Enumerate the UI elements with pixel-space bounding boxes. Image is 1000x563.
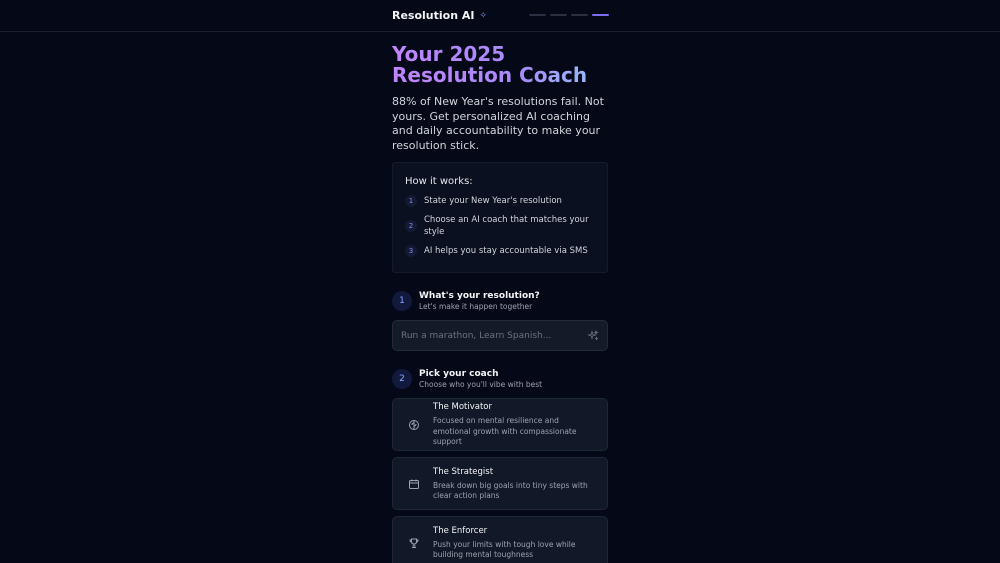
resolution-section: 1 What's your resolution? Let's make it …: [392, 290, 608, 351]
section-title: Pick your coach: [419, 369, 499, 379]
coach-section-header: 2 Pick your coach Choose who you'll vibe…: [392, 368, 608, 390]
progress-step-2: [550, 14, 567, 16]
coach-name: The Motivator: [433, 402, 493, 413]
coach-option-enforcer[interactable]: The Enforcer Push your limits with tough…: [392, 516, 608, 563]
section-number-badge: 2: [392, 369, 412, 389]
page-title: Your 2025 Resolution Coach: [392, 44, 608, 86]
section-subtitle: Let's make it happen together: [419, 302, 533, 311]
progress-step-4: [592, 14, 609, 16]
how-it-works-card: How it works: 1 State your New Year's re…: [392, 162, 608, 273]
brand[interactable]: Resolution AI ✧: [392, 9, 487, 22]
step-text: Choose an AI coach that matches your sty…: [424, 214, 589, 238]
resolution-input-wrapper: [392, 320, 608, 351]
top-bar: Resolution AI ✧: [0, 0, 1000, 32]
progress-step-1: [529, 14, 546, 16]
step-number: 2: [405, 220, 417, 232]
coach-option-motivator[interactable]: The Motivator Focused on mental resilien…: [392, 398, 608, 451]
how-step: 2 Choose an AI coach that matches your s…: [405, 214, 595, 239]
page-subtitle: 88% of New Year's resolutions fail. Not …: [392, 95, 604, 152]
section-subtitle: Choose who you'll vibe with best: [419, 380, 543, 389]
progress-step-3: [571, 14, 588, 16]
how-step: 3 AI helps you stay accountable via SMS: [405, 244, 595, 258]
sparkle-icon: ✧: [479, 10, 488, 21]
title-line-1: Your 2025: [392, 42, 506, 66]
resolution-section-header: 1 What's your resolution? Let's make it …: [392, 290, 608, 312]
main-content: Your 2025 Resolution Coach 88% of New Ye…: [392, 44, 608, 563]
brand-name: Resolution AI: [392, 9, 475, 22]
coach-name: The Enforcer: [433, 525, 488, 536]
sparkles-icon[interactable]: [587, 330, 599, 342]
how-step: 1 State your New Year's resolution: [405, 195, 595, 208]
progress-indicator: [529, 14, 609, 16]
trophy-icon: [405, 534, 423, 552]
step-number: 1: [405, 195, 417, 208]
calendar-icon: [405, 475, 423, 493]
brain-icon: [405, 416, 423, 434]
coach-description: Break down big goals into tiny steps wit…: [433, 480, 588, 501]
coach-description: Focused on mental resilience and emotion…: [433, 416, 577, 447]
resolution-input[interactable]: [393, 321, 607, 350]
coach-description: Push your limits with tough love while b…: [433, 539, 576, 560]
coach-name: The Strategist: [433, 466, 494, 477]
section-number-badge: 1: [392, 291, 412, 311]
step-text: State your New Year's resolution: [424, 196, 562, 206]
step-number: 3: [405, 244, 417, 257]
coach-option-strategist[interactable]: The Strategist Break down big goals into…: [392, 457, 608, 510]
coach-section: 2 Pick your coach Choose who you'll vibe…: [392, 368, 608, 563]
section-title: What's your resolution?: [419, 291, 540, 301]
step-text: AI helps you stay accountable via SMS: [424, 245, 588, 256]
how-it-works-title: How it works:: [405, 176, 473, 187]
title-line-2: Resolution Coach: [392, 63, 588, 87]
